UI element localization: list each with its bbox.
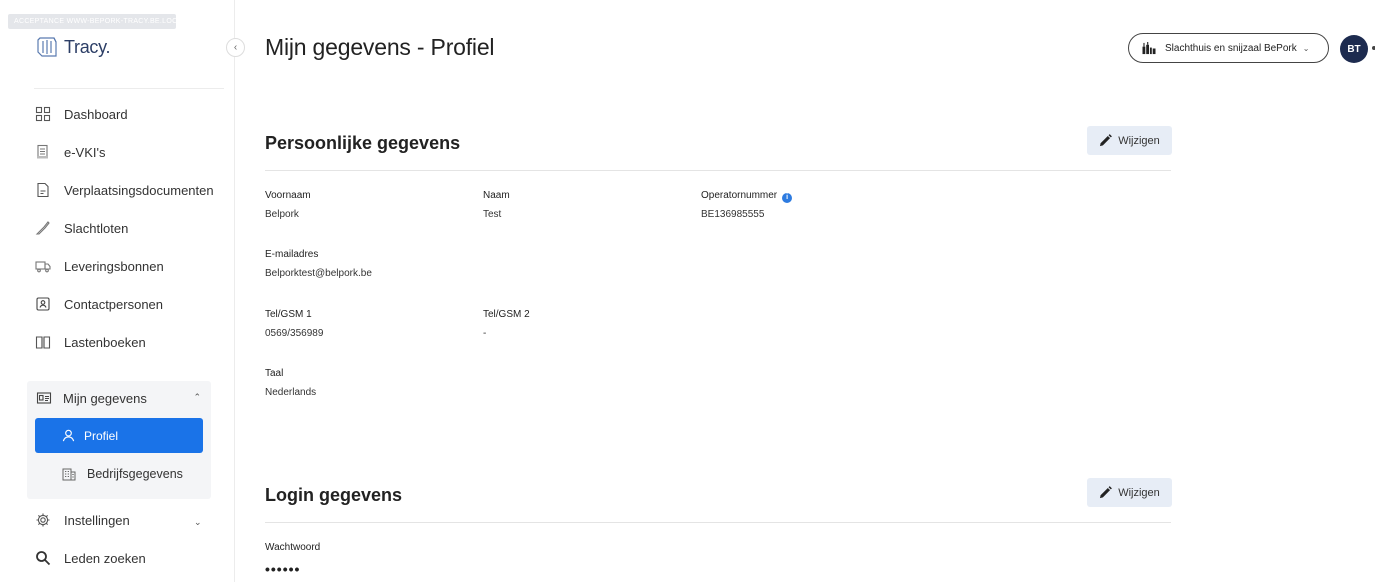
field-label-email: E-mailadres [265,249,319,260]
knife-icon [34,219,52,237]
sidebar-item-label: Contactpersonen [64,296,164,312]
pencil-icon [1099,134,1113,147]
sidebar-item-label: Dashboard [64,106,128,122]
field-label-voornaam: Voornaam [265,190,311,201]
sidebar-item-instellingen[interactable]: Instellingen [34,510,130,530]
sidebar-group-toggle[interactable]: Mijn gegevens [35,389,147,407]
logo-text: Tracy. [64,36,111,57]
field-label-operatornummer: Operatornummer i [701,190,793,203]
field-value-tel2: - [483,328,487,339]
field-value-voornaam: Belpork [265,209,299,220]
sidebar-item-label: Instellingen [64,512,130,528]
section-divider [265,170,1171,171]
field-label-wachtwoord: Wachtwoord [265,542,321,553]
sidebar-item-label: e-VKI's [64,144,106,160]
sidebar-item-leveringsbonnen[interactable]: Leveringsbonnen [34,256,164,276]
chevron-down-icon[interactable]: ⌄ [194,517,202,528]
field-label-operatornummer-text: Operatornummer [701,190,778,201]
environment-badge: ACCEPTANCE WWW-BEPORK-TRACY.BE.LOCAL [8,14,176,29]
sidebar-item-label: Bedrijfsgegevens [87,467,183,481]
edit-personal-button[interactable]: Wijzigen [1087,126,1172,155]
factory-icon [1141,41,1157,55]
user-icon [61,428,76,443]
edit-button-label: Wijzigen [1118,486,1160,499]
field-value-tel1: 0569/356989 [265,328,324,339]
search-icon [34,549,52,567]
page-title: Mijn gegevens - Profiel [265,34,495,60]
field-label-taal: Taal [265,368,284,379]
organization-select[interactable]: Slachthuis en snijzaal BePork ⌄ [1128,33,1329,63]
section-title-login: Login gegevens [265,485,403,505]
building-icon [61,466,77,482]
field-value-taal: Nederlands [265,387,317,398]
tracy-logo-icon [37,37,57,57]
sidebar-group-label: Mijn gegevens [63,390,147,406]
sidebar-item-evki[interactable]: e-VKI's [34,142,106,162]
edit-button-label: Wijzigen [1118,134,1160,147]
sidebar-item-slachtloten[interactable]: Slachtloten [34,218,128,238]
field-value-naam: Test [483,209,502,220]
file-icon [34,181,52,199]
sidebar-item-lastenboeken[interactable]: Lastenboeken [34,332,146,352]
chevron-down-icon: ⌄ [1302,43,1310,53]
info-icon[interactable]: i [782,193,793,203]
gear-icon [34,511,52,529]
logo[interactable]: Tracy. [34,34,111,60]
document-list-icon [34,143,52,161]
logo-divider [34,88,224,89]
sidebar-item-leden-zoeken[interactable]: Leden zoeken [34,548,146,568]
sidebar-item-profiel[interactable]: Profiel [35,418,203,453]
sidebar-item-label: Leveringsbonnen [64,258,164,274]
pencil-icon [1099,486,1113,499]
sidebar-item-verplaatsingsdocumenten[interactable]: Verplaatsingsdocumenten [34,180,214,200]
section-divider [265,522,1171,523]
sidebar-item-label: Verplaatsingsdocumenten [64,182,214,198]
id-card-icon [35,389,53,407]
field-value-operatornummer: BE136985555 [701,209,765,220]
field-label-tel2: Tel/GSM 2 [483,309,530,320]
field-value-wachtwoord: •••••• [265,561,301,577]
avatar[interactable]: BT [1340,35,1368,63]
sidebar-group-mijn-gegevens: Mijn gegevens ⌃ Profiel Bedrijfsgegevens [27,381,211,499]
book-icon [34,333,52,351]
organization-select-value: Slachthuis en snijzaal BePork [1165,42,1297,54]
field-label-naam: Naam [483,190,510,201]
sidebar-item-dashboard[interactable]: Dashboard [34,104,128,124]
sidebar-item-label: Leden zoeken [64,550,146,566]
sidebar-item-bedrijfsgegevens[interactable]: Bedrijfsgegevens [61,466,183,482]
dashboard-icon [34,105,52,123]
chevron-left-icon[interactable]: ‹ [226,38,245,57]
sidebar-item-contactpersonen[interactable]: Contactpersonen [34,294,163,314]
truck-icon [34,257,52,275]
sidebar-item-label: Slachtloten [64,220,129,236]
sidebar-item-label: Profiel [84,428,119,443]
edit-login-button[interactable]: Wijzigen [1087,478,1172,507]
field-value-email: Belporktest@belpork.be [265,268,372,279]
sidebar-item-label: Lastenboeken [64,334,146,350]
chevron-up-icon[interactable]: ⌃ [193,392,201,403]
field-label-tel1: Tel/GSM 1 [265,309,312,320]
sidebar: ACCEPTANCE WWW-BEPORK-TRACY.BE.LOCAL Tra… [0,0,235,582]
section-title-personal: Persoonlijke gegevens [265,133,461,153]
contact-card-icon [34,295,52,313]
